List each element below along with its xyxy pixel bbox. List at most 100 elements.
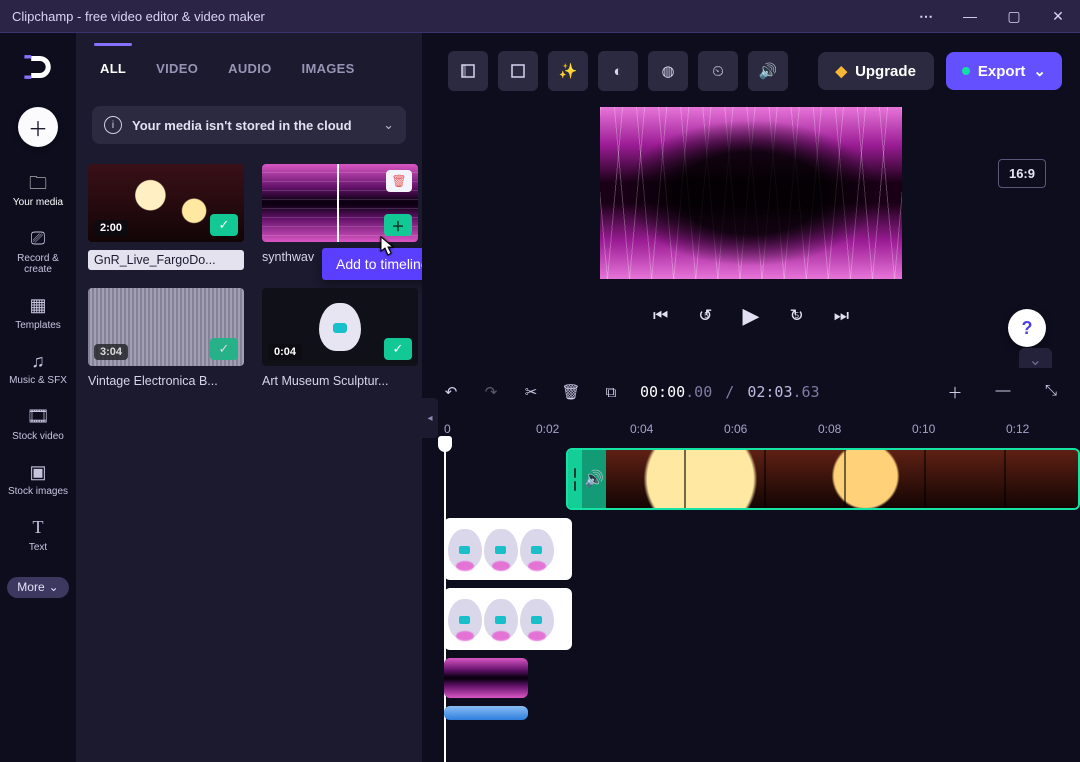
ruler-mark: 0 <box>444 422 451 436</box>
window-title: Clipchamp - free video editor & video ma… <box>0 9 904 24</box>
media-thumbnail[interactable]: 2:00 ✓ <box>88 164 244 242</box>
timeline-clip-video[interactable]: 🔊 <box>566 448 1080 510</box>
preview-zone: ✨ ◐ ◍ ⏲ 🔊 ◆ Upgrade Export ⌄ <box>422 33 1080 368</box>
upgrade-button[interactable]: ◆ Upgrade <box>818 52 934 90</box>
nav-label: Record & create <box>17 253 59 276</box>
copy-button[interactable]: ⧉ <box>600 384 622 401</box>
more-options-button[interactable]: ⋯ <box>904 1 948 31</box>
scrub-indicator <box>337 164 339 242</box>
speed-button[interactable]: ⏲ <box>698 51 738 91</box>
track-row[interactable] <box>422 702 1080 722</box>
video-preview[interactable] <box>600 107 902 279</box>
media-item[interactable]: 2:00 ✓ GnR_Live_FargoDo... <box>88 164 244 270</box>
timeline-clip-audio[interactable] <box>444 706 528 720</box>
adjust-button[interactable]: ◐ <box>598 51 638 91</box>
media-thumbnail[interactable]: 🗑 ＋ <box>262 164 418 242</box>
media-thumbnail[interactable]: 0:04 ✓ <box>262 288 418 366</box>
media-name: GnR_Live_FargoDo... <box>88 250 244 270</box>
zoom-out-button[interactable]: — <box>992 382 1014 403</box>
media-thumbnail[interactable]: 3:04 ✓ <box>88 288 244 366</box>
rewind-5s-button[interactable]: ↺5 <box>698 306 712 326</box>
track-row[interactable] <box>422 584 1080 654</box>
tab-images[interactable]: IMAGES <box>298 53 359 90</box>
forward-5s-button[interactable]: ↻5 <box>789 306 803 326</box>
cloud-notice-text: Your media isn't stored in the cloud <box>132 118 352 133</box>
tab-video[interactable]: VIDEO <box>152 53 202 90</box>
skip-end-button[interactable]: ⏭ <box>834 306 849 326</box>
timeline-clip-image[interactable] <box>444 518 572 580</box>
layout-button[interactable] <box>448 51 488 91</box>
media-name: Art Museum Sculptur... <box>262 374 418 388</box>
nav-stock-video[interactable]: 🎞 Stock video <box>2 401 74 453</box>
nav-music-sfx[interactable]: ♫ Music & SFX <box>2 345 74 397</box>
collapse-panel-button[interactable]: ◂ <box>422 398 438 438</box>
close-button[interactable]: ✕ <box>1036 1 1080 31</box>
track-row[interactable] <box>422 514 1080 584</box>
title-bar: Clipchamp - free video editor & video ma… <box>0 0 1080 33</box>
timeline-clip-image[interactable] <box>444 588 572 650</box>
effects-button[interactable]: ✨ <box>548 51 588 91</box>
skip-start-button[interactable]: ⏮ <box>653 306 668 326</box>
chevron-down-icon: ⌄ <box>383 117 394 133</box>
timeline-clip-video[interactable] <box>444 658 528 698</box>
grid-icon: ▦ <box>29 296 46 316</box>
ruler-mark: 0:06 <box>724 422 747 436</box>
add-to-timeline-button[interactable]: ＋ <box>384 214 412 236</box>
nav-label: Your media <box>13 197 63 209</box>
status-dot-icon <box>962 67 970 75</box>
nav-stock-images[interactable]: ▣ Stock images <box>2 456 74 508</box>
delete-media-button[interactable]: 🗑 <box>386 170 412 192</box>
timeline-tracks[interactable]: 🔊 <box>422 444 1080 762</box>
transport-controls: ⏮ ↺5 ▶ ↻5 ⏭ <box>653 303 849 329</box>
zoom-in-button[interactable]: ＋ <box>944 382 966 403</box>
nav-rail: ＋ 🗀 Your media ⎚ Record & create ▦ Templ… <box>0 33 76 762</box>
volume-button[interactable]: 🔊 <box>748 51 788 91</box>
media-duration: 3:04 <box>94 344 128 360</box>
help-button[interactable]: ? <box>1008 309 1046 347</box>
media-item[interactable]: 🗑 ＋ synthwav Add to timeline <box>262 164 418 270</box>
maximize-button[interactable]: ▢ <box>992 1 1036 31</box>
undo-button[interactable]: ↶ <box>440 383 462 401</box>
timeline-ruler[interactable]: ◂ 0 0:02 0:04 0:06 0:08 0:10 0:12 <box>422 416 1080 444</box>
clip-thumbnail <box>606 450 1078 508</box>
minimize-button[interactable]: — <box>948 1 992 31</box>
filter-button[interactable]: ◍ <box>648 51 688 91</box>
zoom-fit-button[interactable]: ⤡ <box>1040 382 1062 403</box>
track-row[interactable] <box>422 654 1080 702</box>
preview-toolbar: ✨ ◐ ◍ ⏲ 🔊 ◆ Upgrade Export ⌄ <box>422 33 1080 103</box>
track-row[interactable]: 🔊 <box>422 444 1080 514</box>
ruler-mark: 0:12 <box>1006 422 1029 436</box>
split-button[interactable]: ✂ <box>520 383 542 401</box>
nav-more-button[interactable]: More⌄ <box>7 577 68 598</box>
media-item[interactable]: 0:04 ✓ Art Museum Sculptur... <box>262 288 418 388</box>
play-button[interactable]: ▶ <box>743 303 760 329</box>
cloud-notice[interactable]: i Your media isn't stored in the cloud ⌄ <box>92 106 406 144</box>
nav-record-create[interactable]: ⎚ Record & create <box>2 223 74 286</box>
export-button[interactable]: Export ⌄ <box>946 52 1062 90</box>
import-media-button[interactable]: ＋ <box>18 107 58 147</box>
redo-button[interactable]: ↷ <box>480 383 502 401</box>
ruler-mark: 0:04 <box>630 422 653 436</box>
nav-your-media[interactable]: 🗀 Your media <box>2 167 74 219</box>
nav-label: Music & SFX <box>9 375 67 387</box>
timeline-toolbar: ↶ ↷ ✂ 🗑 ⧉ 00:00.00 / 02:03.63 ＋ — ⤡ <box>422 368 1080 416</box>
media-panel: ALL VIDEO AUDIO IMAGES i Your media isn'… <box>76 33 422 762</box>
media-name: Vintage Electronica B... <box>88 374 244 388</box>
nav-templates[interactable]: ▦ Templates <box>2 290 74 342</box>
clip-audio-icon[interactable]: 🔊 <box>582 450 606 508</box>
music-icon: ♫ <box>31 351 45 371</box>
add-to-timeline-tooltip: Add to timeline <box>322 248 422 280</box>
aspect-ratio-selector[interactable]: 16:9 <box>998 159 1046 188</box>
ruler-mark: 0:02 <box>536 422 559 436</box>
collapse-preview-button[interactable]: ⌄ <box>1019 348 1052 370</box>
tab-audio[interactable]: AUDIO <box>224 53 275 90</box>
tab-all[interactable]: ALL <box>96 53 130 90</box>
nav-text[interactable]: T Text <box>2 512 74 564</box>
zoom-controls: ＋ — ⤡ <box>944 382 1062 403</box>
chevron-down-icon: ⌄ <box>1033 62 1046 80</box>
crop-button[interactable] <box>498 51 538 91</box>
clip-resize-handle[interactable] <box>568 450 582 508</box>
media-item[interactable]: 3:04 ✓ Vintage Electronica B... <box>88 288 244 388</box>
delete-button[interactable]: 🗑 <box>560 383 582 401</box>
media-tabs: ALL VIDEO AUDIO IMAGES <box>76 33 422 90</box>
